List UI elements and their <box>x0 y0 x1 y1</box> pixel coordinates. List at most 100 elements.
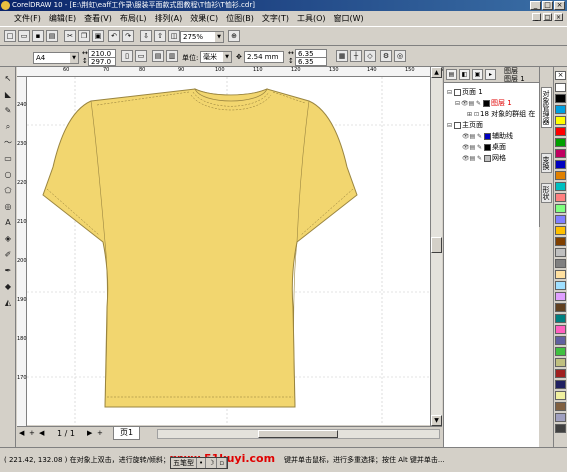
palette-swatch[interactable] <box>555 292 566 301</box>
palette-swatch[interactable] <box>555 226 566 235</box>
palette-swatch[interactable] <box>555 193 566 202</box>
ellipse-tool-icon[interactable]: ○ <box>2 169 14 181</box>
undo-icon[interactable]: ↶ <box>108 30 120 42</box>
fill-tool-icon[interactable]: ◆ <box>2 281 14 293</box>
export-icon[interactable]: ⇧ <box>154 30 166 42</box>
page-tab[interactable]: 页1 <box>113 427 141 440</box>
doc-minimize-button[interactable]: _ <box>532 13 541 21</box>
pick-tool-icon[interactable]: ↖ <box>2 73 14 85</box>
tab-object-manager[interactable]: 对象管理器 <box>541 87 552 128</box>
eye-icon[interactable]: 👁 <box>462 131 470 142</box>
tree-grid-layer[interactable]: 👁▤ ✎ 网格 <box>462 153 506 164</box>
units-combo[interactable]: 毫米 ▼ <box>200 51 232 63</box>
tree-desktop-layer[interactable]: 👁▤ ✎ 桌面 <box>462 142 506 153</box>
nudge-offset-field[interactable]: 2.54 mm <box>244 51 284 63</box>
doc-restore-button[interactable]: □ <box>543 13 552 21</box>
duplicate-y-field[interactable]: 6.35 <box>295 57 327 66</box>
tree-layer-1[interactable]: ⊟👁▤ ✎ 图层 1 <box>454 98 512 109</box>
eye-icon[interactable]: 👁 <box>462 153 470 164</box>
menu-layout[interactable]: 布局(L) <box>120 13 147 24</box>
pencil-icon[interactable]: ✎ <box>476 153 483 164</box>
interactive-fill-tool-icon[interactable]: ◭ <box>2 297 14 309</box>
first-page-icon[interactable]: ◀ <box>19 429 24 437</box>
text-tool-icon[interactable]: A <box>2 217 14 229</box>
tab-transform[interactable]: 变换 <box>541 153 552 173</box>
tab-shape[interactable]: 形状 <box>541 183 552 203</box>
palette-swatch[interactable] <box>555 314 566 323</box>
tree-guides-layer[interactable]: 👁▤ ✎ 辅助线 <box>462 131 513 142</box>
pencil-icon[interactable]: ✎ <box>475 98 482 109</box>
current-page-icon[interactable]: ▥ <box>166 50 178 62</box>
palette-swatch[interactable] <box>555 424 566 433</box>
import-icon[interactable]: ⇩ <box>140 30 152 42</box>
menu-edit[interactable]: 编辑(E) <box>49 13 76 24</box>
crop-tool-icon[interactable]: ✎ <box>2 105 14 117</box>
palette-swatch[interactable] <box>555 160 566 169</box>
rectangle-tool-icon[interactable]: ▭ <box>2 153 14 165</box>
palette-swatch[interactable] <box>555 204 566 213</box>
vertical-scroll-thumb[interactable] <box>431 237 442 253</box>
collapse-icon[interactable]: ⊟ <box>446 120 453 131</box>
palette-swatch[interactable] <box>555 347 566 356</box>
shape-tool-icon[interactable]: ◣ <box>2 89 14 101</box>
palette-swatch[interactable] <box>555 83 566 92</box>
application-launcher-icon[interactable]: ◫ <box>168 30 180 42</box>
palette-swatch[interactable] <box>555 215 566 224</box>
palette-swatch[interactable] <box>555 358 566 367</box>
minimize-button[interactable]: _ <box>530 1 541 10</box>
menu-window[interactable]: 窗口(W) <box>334 13 364 24</box>
pencil-icon[interactable]: ✎ <box>476 142 483 153</box>
menu-tools[interactable]: 工具(O) <box>297 13 326 24</box>
printer-icon[interactable]: ▤ <box>469 153 476 164</box>
freehand-tool-icon[interactable]: 〜 <box>2 137 14 149</box>
tree-page-1[interactable]: ⊟ 页面 1 <box>446 87 483 98</box>
menu-view[interactable]: 查看(V) <box>84 13 112 24</box>
scroll-up-icon[interactable]: ▲ <box>431 67 442 78</box>
spiral-tool-icon[interactable]: ◎ <box>2 201 14 213</box>
palette-swatch[interactable] <box>555 105 566 114</box>
palette-swatch[interactable] <box>555 413 566 422</box>
paper-type-combo[interactable]: A4 ▼ <box>33 52 79 64</box>
paste-icon[interactable]: ▣ <box>92 30 104 42</box>
ime-mode-label[interactable]: 五笔型 <box>171 458 197 468</box>
maximize-button[interactable]: □ <box>542 1 553 10</box>
coreldraw-app-icon[interactable] <box>1 1 10 10</box>
scroll-down-icon[interactable]: ▼ <box>431 415 442 426</box>
portrait-icon[interactable]: ▯ <box>121 50 133 62</box>
printer-icon[interactable]: ▤ <box>469 142 476 153</box>
palette-swatch[interactable] <box>555 281 566 290</box>
collapse-icon[interactable]: ⊟ <box>454 98 461 109</box>
printer-icon[interactable]: ▤ <box>468 98 475 109</box>
add-page-icon[interactable]: + <box>29 429 35 437</box>
palette-swatch[interactable] <box>555 138 566 147</box>
pencil-icon[interactable]: ✎ <box>476 131 483 142</box>
ime-width-icon[interactable]: ☽ <box>206 458 218 468</box>
vertical-scrollbar[interactable]: ▲ ▼ <box>430 67 442 426</box>
expand-icon[interactable]: ⊞ <box>466 109 473 120</box>
prev-page-icon[interactable]: ◀ <box>39 429 44 437</box>
ime-keyboard-icon[interactable]: ▫ <box>217 458 228 468</box>
weld-icon[interactable]: ◎ <box>394 50 406 62</box>
palette-swatch[interactable] <box>555 270 566 279</box>
eye-icon[interactable]: 👁 <box>461 98 469 109</box>
outline-tool-icon[interactable]: ✒ <box>2 265 14 277</box>
page-height-field[interactable]: 297.0 <box>88 57 116 66</box>
no-color-swatch[interactable]: × <box>555 71 566 80</box>
drawing-canvas[interactable] <box>27 77 430 425</box>
ime-toolbar[interactable]: 五笔型 • ☽ ▫ <box>170 457 229 469</box>
palette-swatch[interactable] <box>555 127 566 136</box>
menu-effects[interactable]: 效果(C) <box>190 13 218 24</box>
new-file-icon[interactable]: □ <box>4 30 16 42</box>
palette-swatch[interactable] <box>555 149 566 158</box>
save-icon[interactable]: ▪ <box>32 30 44 42</box>
landscape-icon[interactable]: ▭ <box>135 50 147 62</box>
vertical-ruler[interactable]: 240 230 220 210 200 190 180 170 <box>17 77 27 426</box>
cut-icon[interactable]: ✂ <box>64 30 76 42</box>
all-pages-icon[interactable]: ▤ <box>152 50 164 62</box>
print-icon[interactable]: ▤ <box>46 30 58 42</box>
copy-icon[interactable]: ❐ <box>78 30 90 42</box>
docker-options-icon[interactable]: ▸ <box>485 69 496 80</box>
last-page-icon[interactable]: + <box>97 429 103 437</box>
tree-master-page[interactable]: ⊟ 主页面 <box>446 120 483 131</box>
zoom-tool-icon[interactable]: ⌕ <box>2 121 14 133</box>
